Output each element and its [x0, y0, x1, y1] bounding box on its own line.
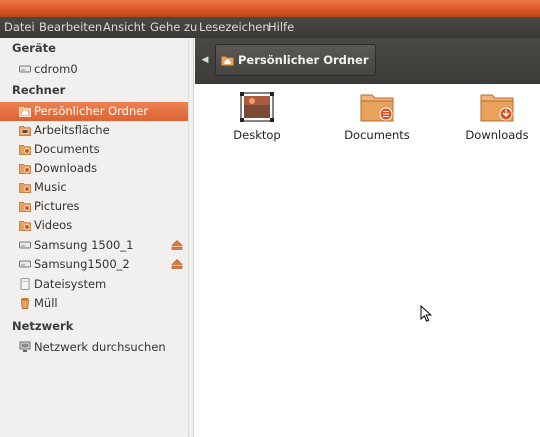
menubar: Datei Bearbeiten Ansicht Gehe zu Lesezei…	[0, 17, 540, 38]
menu-gehe-zu[interactable]: Gehe zu	[150, 20, 197, 34]
sidebar-item-label: Downloads	[34, 161, 98, 175]
sidebar-item-music[interactable]: Music	[0, 178, 188, 197]
sidebar-item-dateisystem[interactable]: Dateisystem	[0, 275, 188, 294]
window-titlebar[interactable]	[0, 0, 540, 17]
sidebar-item-label: Dateisystem	[34, 277, 107, 291]
file-item-downloads[interactable]: Downloads	[447, 92, 540, 142]
menu-lesezeichen[interactable]: Lesezeichen	[199, 20, 270, 34]
drive-icon	[19, 260, 31, 268]
sidebar-item-label: Müll	[34, 296, 58, 310]
menu-hilfe[interactable]: Hilfe	[268, 20, 294, 34]
sidebar-item-label: Samsung1500_2	[34, 257, 130, 271]
sidebar-section-geraete: Geräte	[12, 41, 56, 55]
file-item-label: Desktop	[233, 128, 281, 142]
sidebar-item-downloads[interactable]: Downloads	[0, 159, 188, 178]
sidebar-item-samsung-1500-1[interactable]: Samsung 1500_1	[0, 236, 188, 255]
sidebar-item-samsung1500-2[interactable]: Samsung1500_2	[0, 255, 188, 274]
sidebar-item-label: Netzwerk durchsuchen	[34, 340, 166, 354]
menu-ansicht[interactable]: Ansicht	[103, 20, 145, 34]
sidebar-item-label: Samsung 1500_1	[34, 238, 134, 252]
sidebar-item-label: Persönlicher Ordner	[34, 104, 149, 118]
eject-icon[interactable]	[171, 259, 183, 269]
documents-folder-icon	[360, 94, 394, 122]
mouse-cursor-icon	[420, 305, 432, 322]
folder-icon	[19, 221, 31, 231]
folder-icon	[19, 145, 31, 155]
sidebar-item-videos[interactable]: Videos	[0, 216, 188, 235]
desktop-icon	[19, 126, 31, 136]
sidebar-item-home[interactable]: Persönlicher Ordner	[0, 102, 188, 121]
file-item-label: Documents	[344, 128, 410, 142]
breadcrumb-home[interactable]: Persönlicher Ordner	[215, 44, 376, 76]
sidebar-item-label: Pictures	[34, 199, 80, 213]
back-arrow-icon[interactable]: ◀	[198, 50, 212, 70]
home-folder-icon	[221, 56, 234, 66]
trash-icon	[21, 298, 29, 309]
sidebar-item-pictures[interactable]: Pictures	[0, 197, 188, 216]
sidebar-item-cdrom0[interactable]: cdrom0	[0, 60, 188, 79]
file-item-desktop[interactable]: Desktop	[207, 92, 307, 142]
sidebar-item-muell[interactable]: Müll	[0, 294, 188, 313]
menu-bearbeiten[interactable]: Bearbeiten	[39, 20, 102, 34]
file-item-label: Downloads	[465, 128, 529, 142]
folder-icon	[19, 164, 31, 174]
sidebar-item-label: Documents	[34, 142, 100, 156]
breadcrumb-label: Persönlicher Ordner	[238, 53, 369, 67]
sidebar-item-documents[interactable]: Documents	[0, 140, 188, 159]
sidebar-item-label: Arbeitsfläche	[34, 123, 110, 137]
file-view[interactable]: Desktop Documents Downloads	[195, 84, 540, 437]
drive-icon	[19, 241, 31, 249]
sidebar-item-label: Videos	[34, 218, 73, 232]
desktop-folder-icon	[240, 92, 274, 122]
sidebar: Geräte cdrom0 Rechner Persönlicher Ordne…	[0, 38, 194, 437]
sidebar-scrollbar[interactable]	[188, 38, 194, 437]
downloads-folder-icon	[480, 94, 514, 122]
folder-icon	[19, 202, 31, 212]
menu-datei[interactable]: Datei	[4, 20, 35, 34]
sidebar-item-arbeitsflaeche[interactable]: Arbeitsfläche	[0, 121, 188, 140]
sidebar-item-label: cdrom0	[34, 62, 78, 76]
file-item-documents[interactable]: Documents	[327, 92, 427, 142]
location-bar: ◀ Persönlicher Ordner	[195, 38, 540, 84]
sidebar-section-netzwerk: Netzwerk	[12, 319, 74, 333]
sidebar-item-label: Music	[34, 180, 67, 194]
sidebar-item-netzwerk-durchsuchen[interactable]: Netzwerk durchsuchen	[0, 338, 188, 357]
eject-icon[interactable]	[171, 240, 183, 250]
drive-icon	[19, 65, 31, 73]
sidebar-section-rechner: Rechner	[12, 83, 66, 97]
folder-icon	[19, 183, 31, 193]
home-folder-icon	[19, 107, 31, 117]
filesystem-icon	[20, 278, 30, 290]
network-icon	[19, 341, 31, 352]
